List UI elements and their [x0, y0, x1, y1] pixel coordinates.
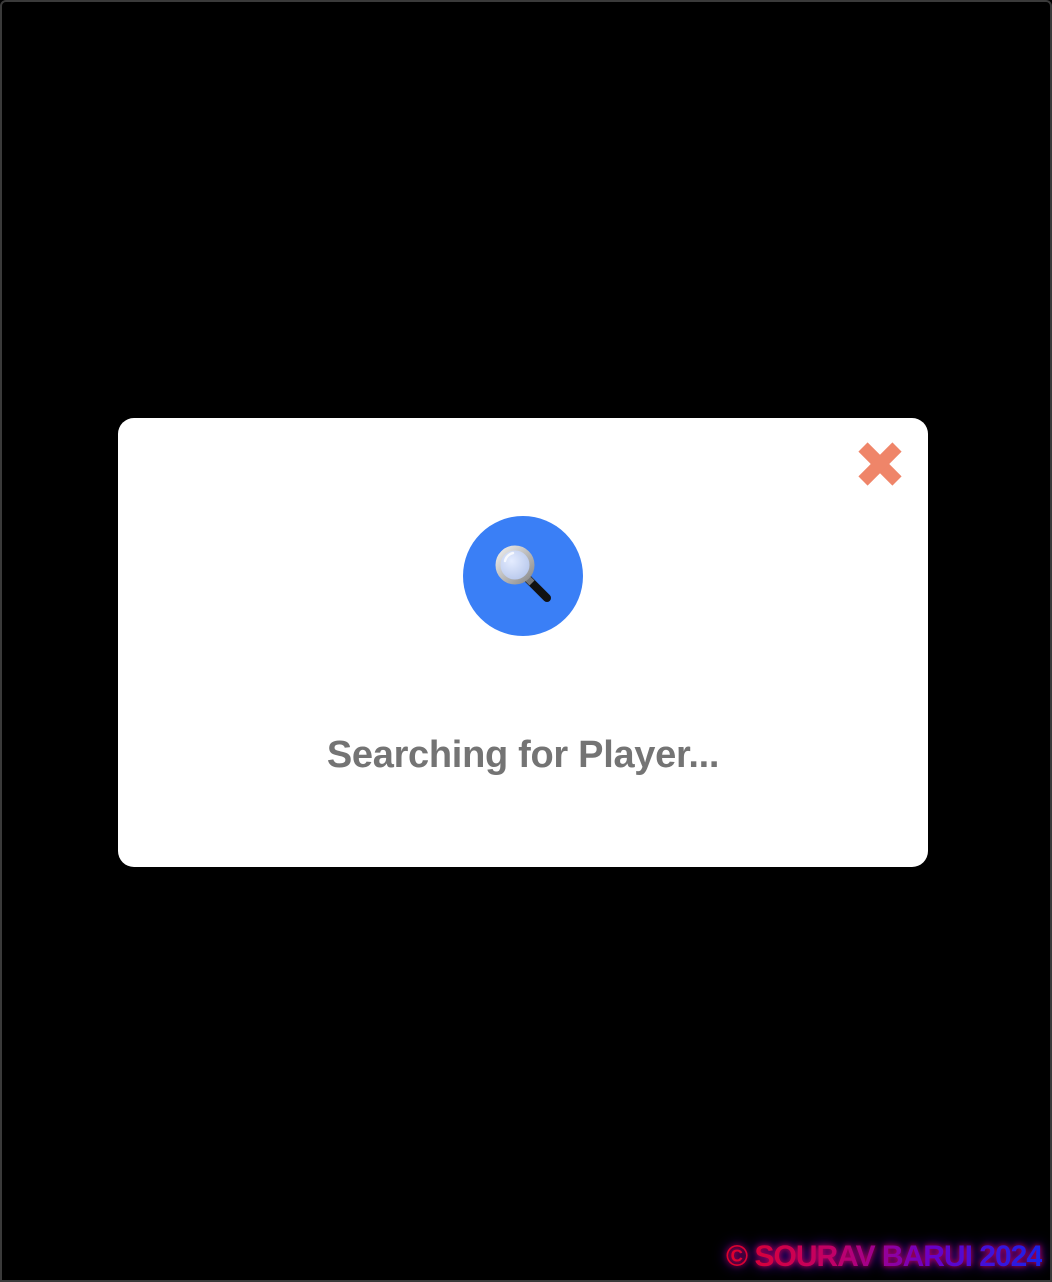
matchmaking-dialog: Searching for Player...	[118, 418, 928, 867]
close-button[interactable]	[854, 438, 906, 490]
search-indicator	[463, 516, 583, 636]
magnifying-glass-icon	[495, 545, 551, 602]
app-window: Searching for Player... © SOURAV BARUI 2…	[0, 0, 1052, 1282]
close-icon	[858, 442, 902, 486]
copyright-watermark: © SOURAV BARUI 2024	[726, 1240, 1043, 1273]
searching-status-text: Searching for Player...	[326, 734, 720, 776]
